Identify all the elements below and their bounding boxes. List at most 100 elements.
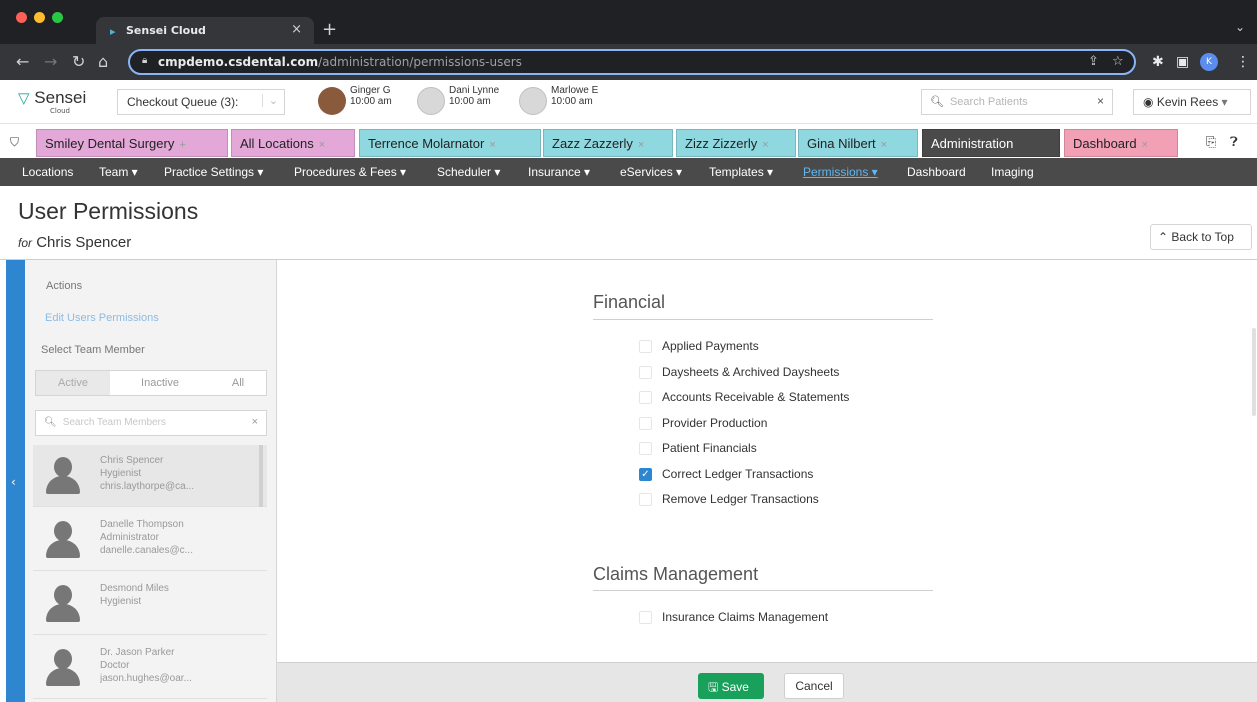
- tab-search-chevron-icon[interactable]: ⌄: [1235, 20, 1245, 34]
- back-arrow-icon[interactable]: ←: [16, 52, 29, 71]
- actions-label: Actions: [46, 280, 83, 292]
- new-tab-icon[interactable]: +: [322, 19, 337, 40]
- maximize-window-button[interactable]: [52, 12, 63, 23]
- browser-menu-icon[interactable]: ⋮: [1236, 54, 1250, 70]
- browser-tab[interactable]: ▸ Sensei Cloud ×: [96, 17, 314, 45]
- patient-name: Ginger G: [350, 85, 391, 96]
- chevron-down-icon: ⌄: [261, 94, 278, 107]
- tab-zazz-zazzerly[interactable]: Zazz Zazzerly ×: [543, 129, 673, 157]
- copy-icon[interactable]: ⎘: [1206, 135, 1216, 150]
- permission-label: Correct Ledger Transactions: [662, 467, 814, 481]
- forward-arrow-icon[interactable]: →: [44, 52, 57, 71]
- shield-icon[interactable]: ⛉: [10, 135, 19, 150]
- team-member-item[interactable]: Desmond Miles Hygienist: [33, 573, 267, 635]
- filter-all[interactable]: All: [210, 371, 266, 395]
- tab-zizz-zizzerly[interactable]: Zizz Zizzerly ×: [676, 129, 796, 157]
- permission-checkbox[interactable]: [639, 340, 652, 353]
- filter-active[interactable]: Active: [36, 371, 110, 395]
- nav-permissions[interactable]: Permissions ▾: [803, 165, 878, 179]
- team-search-input[interactable]: 🔍︎ Search Team Members ×: [35, 410, 267, 436]
- nav-imaging[interactable]: Imaging: [991, 165, 1034, 179]
- bookmark-star-icon[interactable]: ☆: [1112, 54, 1124, 69]
- member-name: Dr. Jason Parker: [100, 647, 175, 658]
- nav-templates[interactable]: Templates ▾: [709, 165, 773, 179]
- clear-search-icon[interactable]: ×: [1097, 94, 1104, 108]
- minimize-window-button[interactable]: [34, 12, 45, 23]
- member-list-scrollbar[interactable]: [259, 445, 263, 507]
- sensei-logo[interactable]: ▽ Sensei: [18, 88, 86, 108]
- patient-placeholder-avatar: [519, 87, 547, 115]
- checkout-queue-select[interactable]: Checkout Queue (3): ⌄: [117, 89, 285, 115]
- tab-gina-nilbert[interactable]: Gina Nilbert ×: [798, 129, 918, 157]
- pin-icon[interactable]: +: [179, 139, 185, 151]
- permission-checkbox[interactable]: [639, 493, 652, 506]
- close-window-button[interactable]: [16, 12, 27, 23]
- tab-label: Administration: [931, 136, 1014, 151]
- tab-label: Zazz Zazzerly: [552, 136, 633, 151]
- nav-insurance[interactable]: Insurance ▾: [528, 165, 590, 179]
- edit-users-permissions-link[interactable]: Edit Users Permissions: [45, 312, 159, 324]
- member-name: Chris Spencer: [100, 455, 164, 466]
- back-to-top-button[interactable]: ⌃ Back to Top: [1150, 224, 1252, 250]
- close-tab-icon[interactable]: ×: [489, 139, 495, 151]
- permission-checkbox[interactable]: [639, 442, 652, 455]
- open-tabs-strip: ⛉ Smiley Dental Surgery + All Locations × …: [0, 127, 1257, 158]
- team-member-item[interactable]: Dr. Jason Parker Doctor jason.hughes@oar..…: [33, 637, 267, 699]
- close-tab-icon[interactable]: ×: [319, 139, 325, 151]
- profile-avatar[interactable]: K: [1200, 53, 1218, 71]
- patient-photo-avatar: [318, 87, 346, 115]
- nav-dashboard[interactable]: Dashboard: [907, 165, 966, 179]
- share-icon[interactable]: ⇪: [1088, 54, 1099, 69]
- member-name: Desmond Miles: [100, 583, 169, 594]
- user-menu[interactable]: ◉ Kevin Rees ▾: [1133, 89, 1251, 115]
- team-member-item[interactable]: Danelle Thompson Administrator danelle.can…: [33, 509, 267, 571]
- team-member-item[interactable]: Chris Spencer Hygienist chris.laythorpe@ca…: [33, 445, 267, 507]
- cancel-button[interactable]: Cancel: [784, 673, 844, 699]
- tab-terrence-molarnator[interactable]: Terrence Molarnator ×: [359, 129, 541, 157]
- close-tab-icon[interactable]: ×: [762, 139, 768, 151]
- permission-checkbox[interactable]: [639, 366, 652, 379]
- tab-all-locations[interactable]: All Locations ×: [231, 129, 355, 157]
- permission-checkbox[interactable]: [639, 611, 652, 624]
- permission-label: Daysheets & Archived Daysheets: [662, 365, 840, 379]
- checkout-queue-label: Checkout Queue (3):: [127, 95, 239, 109]
- content-scrollbar[interactable]: [1252, 328, 1256, 416]
- sidebar-panel-icon[interactable]: ▣: [1176, 54, 1189, 70]
- save-button[interactable]: 🖫︎ Save: [698, 673, 764, 699]
- page-title: User Permissions: [18, 198, 199, 224]
- clear-search-icon[interactable]: ×: [252, 416, 258, 428]
- home-icon[interactable]: ⌂: [98, 52, 108, 71]
- tab-smiley-dental-surgery[interactable]: Smiley Dental Surgery +: [36, 129, 228, 157]
- permission-label: Patient Financials: [662, 441, 757, 455]
- patient-search-input[interactable]: 🔍︎ Search Patients ×: [921, 89, 1113, 115]
- help-icon[interactable]: ❓︎: [1230, 135, 1238, 150]
- tab-label: Dashboard: [1073, 136, 1137, 151]
- close-tab-icon[interactable]: ×: [1142, 139, 1148, 151]
- browser-tab-bar: ▸ Sensei Cloud × + ⌄: [0, 0, 1257, 45]
- nav-eservices[interactable]: eServices ▾: [620, 165, 682, 179]
- checkmark-icon[interactable]: ✓: [639, 468, 652, 481]
- close-tab-icon[interactable]: ×: [881, 139, 887, 151]
- nav-team[interactable]: Team ▾: [99, 165, 138, 179]
- nav-scheduler[interactable]: Scheduler ▾: [437, 165, 500, 179]
- nav-practice-settings[interactable]: Practice Settings ▾: [164, 165, 263, 179]
- extensions-puzzle-icon[interactable]: ✱: [1152, 54, 1164, 70]
- tab-administration[interactable]: Administration: [922, 129, 1060, 157]
- close-tab-icon[interactable]: ×: [291, 22, 302, 37]
- close-tab-icon[interactable]: ×: [638, 139, 644, 151]
- url-path: /administration/permissions-users: [318, 55, 522, 69]
- member-role: Hygienist: [100, 596, 142, 607]
- collapse-panel-rail[interactable]: ‹: [6, 260, 25, 702]
- chevron-left-icon: ‹: [11, 475, 16, 489]
- browser-tab-title: Sensei Cloud: [126, 24, 206, 37]
- reload-icon[interactable]: ↻: [72, 52, 85, 71]
- url-bar[interactable]: 🔒︎ cmpdemo.csdental.com/administration/p…: [128, 49, 1136, 75]
- search-icon: 🔍︎: [44, 417, 57, 428]
- tab-dashboard[interactable]: Dashboard ×: [1064, 129, 1178, 157]
- nav-procedures-fees[interactable]: Procedures & Fees ▾: [294, 165, 406, 179]
- filter-inactive[interactable]: Inactive: [110, 371, 210, 395]
- permission-checkbox[interactable]: [639, 391, 652, 404]
- member-role: Doctor: [100, 660, 130, 671]
- nav-locations[interactable]: Locations: [22, 165, 73, 179]
- permission-checkbox[interactable]: [639, 417, 652, 430]
